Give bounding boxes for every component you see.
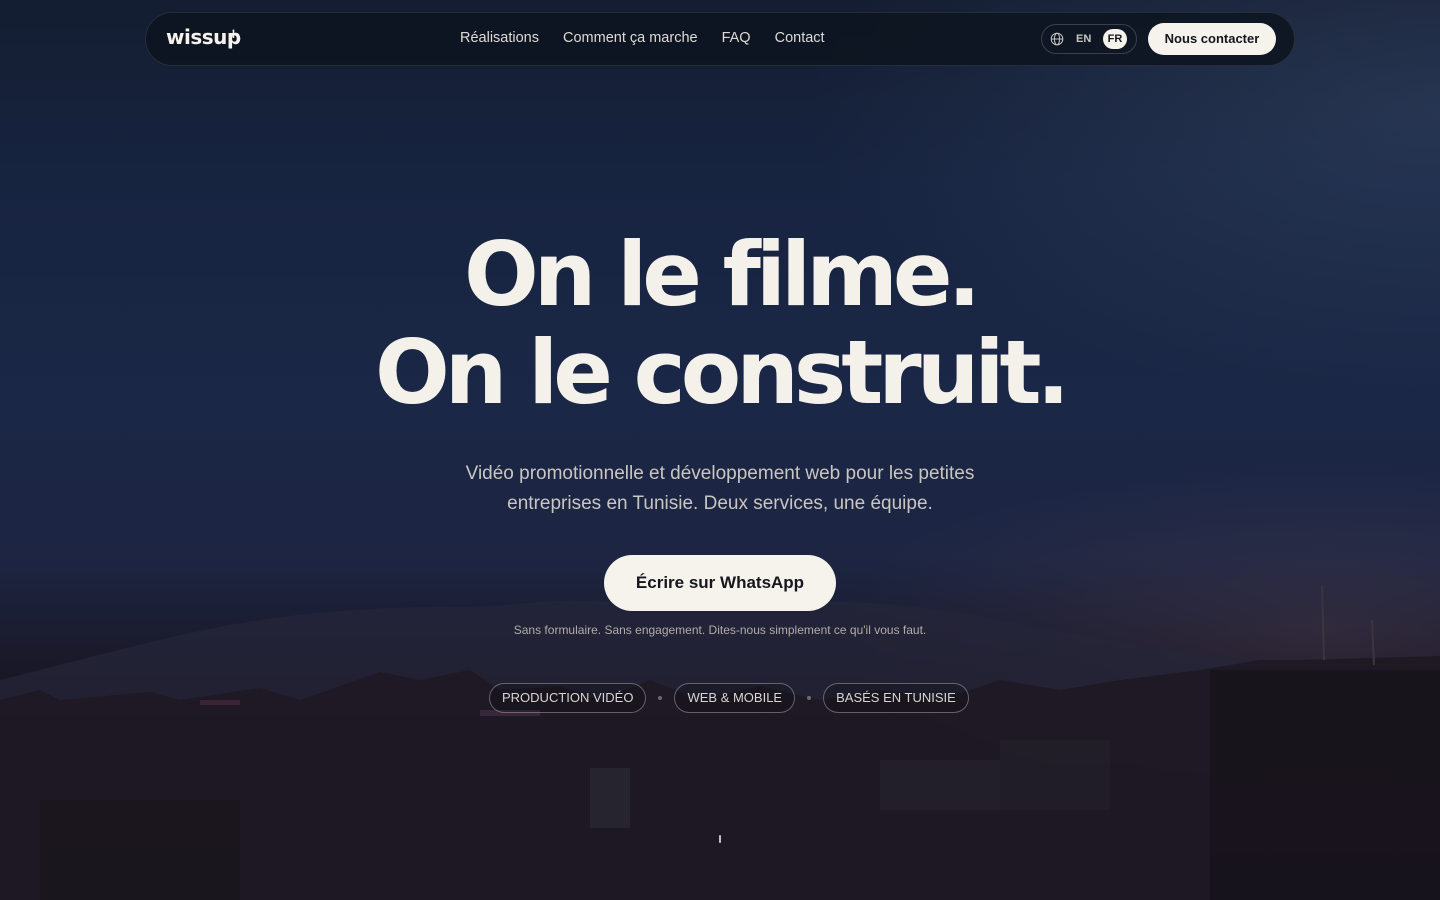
tag-separator-dot bbox=[807, 696, 812, 700]
hero-page: wissup + Réalisations Comment ça marche … bbox=[0, 0, 1440, 900]
language-option-en[interactable]: EN bbox=[1076, 33, 1091, 45]
tag-web-mobile: WEB & MOBILE bbox=[674, 683, 796, 713]
building bbox=[590, 768, 630, 828]
nav-link-faq[interactable]: FAQ bbox=[722, 30, 751, 46]
tag-production-video: PRODUCTION VIDÉO bbox=[489, 683, 647, 713]
hero-title-line-2: On le construit. bbox=[375, 321, 1070, 424]
language-option-fr[interactable]: FR bbox=[1103, 29, 1127, 49]
hero-title: On le filme. On le construit. bbox=[0, 226, 1440, 422]
contact-button[interactable]: Nous contacter bbox=[1148, 23, 1276, 55]
tag-bases-en-tunisie: BASÉS EN TUNISIE bbox=[823, 683, 969, 713]
building bbox=[40, 800, 240, 900]
background-cityscape bbox=[0, 584, 1440, 900]
nav-link-realisations[interactable]: Réalisations bbox=[460, 30, 539, 46]
hero-title-line-1: On le filme. bbox=[464, 223, 981, 326]
nav-link-comment-ca-marche[interactable]: Comment ça marche bbox=[563, 30, 698, 46]
whatsapp-button[interactable]: Écrire sur WhatsApp bbox=[604, 555, 836, 611]
globe-icon bbox=[1050, 32, 1064, 46]
language-switcher[interactable]: EN FR bbox=[1041, 24, 1137, 54]
hero-subtitle: Vidéo promotionnelle et développement we… bbox=[465, 463, 975, 514]
building bbox=[1000, 740, 1110, 810]
tag-separator-dot bbox=[658, 696, 663, 700]
service-tags: PRODUCTION VIDÉO WEB & MOBILE BASÉS EN T… bbox=[489, 683, 969, 713]
brand-logo-plus: + bbox=[228, 27, 239, 42]
building bbox=[880, 760, 1000, 810]
scroll-indicator[interactable] bbox=[719, 835, 721, 843]
top-navbar: wissup + Réalisations Comment ça marche … bbox=[145, 12, 1295, 66]
building bbox=[1210, 670, 1440, 900]
cta-note: Sans formulaire. Sans engagement. Dites-… bbox=[513, 623, 927, 637]
building-light bbox=[200, 700, 240, 705]
nav-link-contact[interactable]: Contact bbox=[775, 30, 825, 46]
nav-links: Réalisations Comment ça marche FAQ Conta… bbox=[460, 30, 825, 46]
